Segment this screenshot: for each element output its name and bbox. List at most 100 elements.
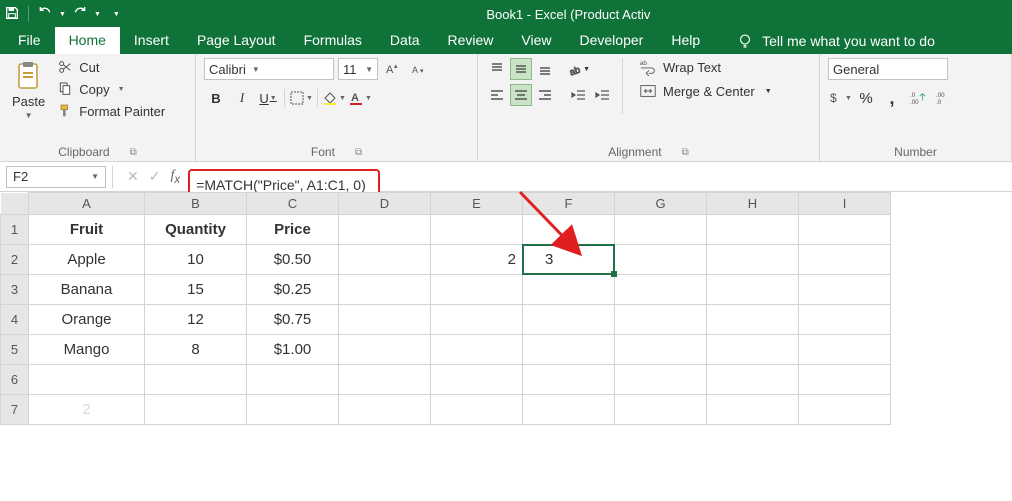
cell[interactable] [615, 275, 707, 305]
borders-button[interactable]: ▼ [289, 86, 313, 110]
name-box[interactable]: F2▼ [6, 166, 106, 188]
cell[interactable] [431, 395, 523, 425]
cell-selected[interactable]: 3 [523, 245, 615, 275]
cell[interactable] [615, 215, 707, 245]
font-launcher-icon[interactable]: ⧉ [355, 147, 362, 158]
paste-button[interactable]: Paste ▼ [8, 58, 49, 122]
undo-icon[interactable] [37, 5, 53, 24]
font-name-combo[interactable]: Calibri▼ [204, 58, 334, 80]
italic-button[interactable]: I [230, 86, 254, 110]
row-header[interactable]: 2 [1, 245, 29, 275]
tab-file[interactable]: File [4, 27, 55, 54]
cell[interactable] [799, 395, 891, 425]
cell[interactable] [707, 245, 799, 275]
row-4[interactable]: 4 Orange 12 $0.75 [1, 305, 891, 335]
row-header[interactable]: 4 [1, 305, 29, 335]
cancel-icon[interactable]: ✕ [127, 168, 139, 186]
row-header[interactable]: 7 [1, 395, 29, 425]
col-header[interactable]: A [29, 193, 145, 215]
tab-view[interactable]: View [507, 27, 565, 54]
font-color-button[interactable]: A▼ [348, 86, 372, 110]
cell[interactable] [799, 365, 891, 395]
col-header[interactable]: D [339, 193, 431, 215]
tab-data[interactable]: Data [376, 27, 434, 54]
row-5[interactable]: 5 Mango 8 $1.00 [1, 335, 891, 365]
cell[interactable] [799, 335, 891, 365]
row-1[interactable]: 1 Fruit Quantity Price [1, 215, 891, 245]
align-center-button[interactable] [510, 84, 532, 106]
select-all-corner[interactable] [1, 193, 29, 215]
col-header[interactable]: I [799, 193, 891, 215]
decrease-indent-button[interactable] [568, 84, 590, 106]
cell[interactable]: Orange [29, 305, 145, 335]
cell[interactable]: $0.50 [247, 245, 339, 275]
undo-dropdown-icon[interactable]: ▼ [59, 11, 66, 18]
cell[interactable] [523, 215, 615, 245]
save-icon[interactable] [4, 5, 20, 24]
cell[interactable] [523, 335, 615, 365]
cell[interactable] [339, 245, 431, 275]
cell[interactable]: $0.75 [247, 305, 339, 335]
cut-button[interactable]: Cut [55, 58, 167, 76]
cell[interactable] [707, 335, 799, 365]
cell[interactable] [339, 275, 431, 305]
cell[interactable]: Mango [29, 335, 145, 365]
percent-button[interactable]: % [854, 86, 878, 110]
underline-button[interactable]: U▼ [256, 86, 280, 110]
bold-button[interactable]: B [204, 86, 228, 110]
cell[interactable] [247, 365, 339, 395]
cell[interactable] [247, 395, 339, 425]
cell[interactable] [523, 305, 615, 335]
cell[interactable] [707, 305, 799, 335]
redo-icon[interactable] [72, 5, 88, 24]
cell[interactable] [615, 395, 707, 425]
cell[interactable] [339, 335, 431, 365]
cell[interactable] [799, 245, 891, 275]
cell[interactable] [523, 275, 615, 305]
tab-insert[interactable]: Insert [120, 27, 183, 54]
cell[interactable]: 10 [145, 245, 247, 275]
cell[interactable] [615, 245, 707, 275]
clipboard-launcher-icon[interactable]: ⧉ [130, 147, 137, 158]
cell[interactable] [431, 215, 523, 245]
row-2[interactable]: 2 Apple 10 $0.50 2 3 [1, 245, 891, 275]
cell[interactable]: 2 [29, 395, 145, 425]
align-right-button[interactable] [534, 84, 556, 106]
cell[interactable] [523, 365, 615, 395]
tab-help[interactable]: Help [657, 27, 714, 54]
cell[interactable] [145, 395, 247, 425]
redo-dropdown-icon[interactable]: ▼ [94, 11, 101, 18]
decrease-decimal-button[interactable]: .00.0 [932, 86, 956, 110]
cell[interactable] [615, 305, 707, 335]
cell[interactable]: Apple [29, 245, 145, 275]
cell[interactable]: 8 [145, 335, 247, 365]
comma-button[interactable]: , [880, 86, 904, 110]
cell[interactable] [431, 275, 523, 305]
cell[interactable] [707, 215, 799, 245]
cell[interactable] [707, 275, 799, 305]
cell[interactable] [615, 335, 707, 365]
cell[interactable] [339, 395, 431, 425]
row-7[interactable]: 7 2 [1, 395, 891, 425]
cell[interactable]: Quantity [145, 215, 247, 245]
cell[interactable]: $1.00 [247, 335, 339, 365]
wrap-text-button[interactable]: abWrap Text [639, 58, 772, 76]
cell[interactable] [615, 365, 707, 395]
format-painter-button[interactable]: Format Painter [55, 102, 167, 120]
accounting-format-button[interactable]: $▼ [828, 86, 852, 110]
row-header[interactable]: 1 [1, 215, 29, 245]
col-header[interactable]: E [431, 193, 523, 215]
cell[interactable]: Fruit [29, 215, 145, 245]
alignment-launcher-icon[interactable]: ⧉ [682, 147, 689, 158]
cell[interactable] [523, 395, 615, 425]
cell[interactable] [145, 365, 247, 395]
tab-home[interactable]: Home [55, 27, 120, 54]
qat-customize-icon[interactable]: ▼ [113, 11, 120, 18]
col-header[interactable]: G [615, 193, 707, 215]
cell[interactable] [431, 365, 523, 395]
cell[interactable] [799, 275, 891, 305]
cell[interactable]: 2 [431, 245, 523, 275]
cell[interactable]: $0.25 [247, 275, 339, 305]
cell[interactable] [339, 365, 431, 395]
cell[interactable]: Banana [29, 275, 145, 305]
